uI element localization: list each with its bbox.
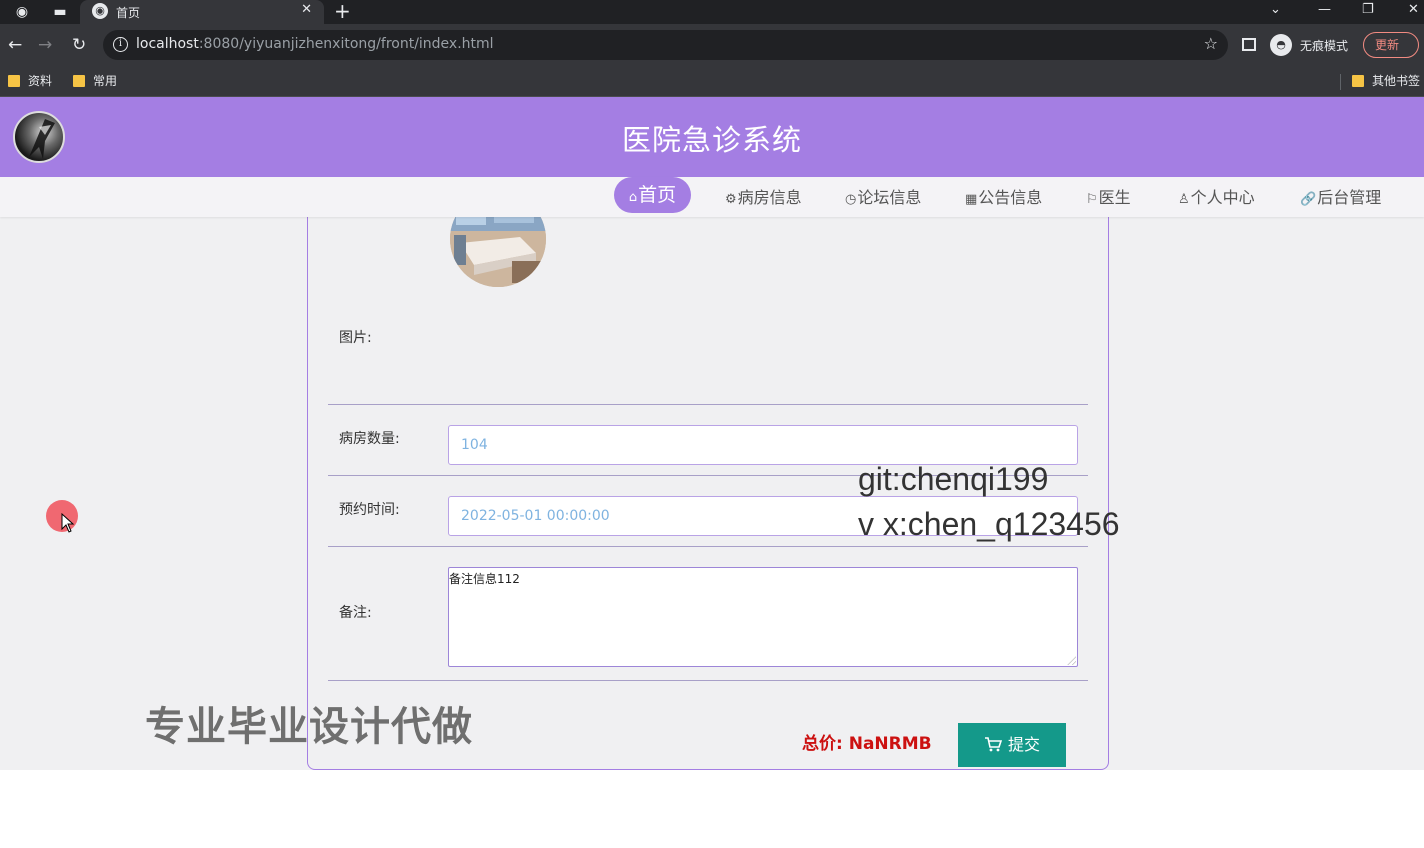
browser-tab[interactable]: ◉ 首页 ✕ bbox=[80, 0, 324, 24]
tab-favicon-icon: ◉ bbox=[92, 3, 108, 19]
url-host: localhost bbox=[136, 36, 199, 52]
nav-doctor[interactable]: ⚐医生 bbox=[1086, 185, 1131, 211]
minimize-icon[interactable]: — bbox=[1318, 0, 1331, 20]
url-path: :8080/yiyuanjizhenxitong/front/index.htm… bbox=[198, 36, 494, 52]
nav-notice-label: 公告信息 bbox=[978, 188, 1043, 207]
bookmark-label: 常用 bbox=[93, 74, 118, 88]
nav-ward-label: 病房信息 bbox=[737, 188, 802, 207]
site-header: 医院急诊系统 bbox=[0, 97, 1424, 177]
side-panel-icon[interactable] bbox=[1242, 38, 1256, 51]
bookmark-label: 资料 bbox=[28, 74, 53, 88]
tab-close-icon[interactable]: ✕ bbox=[301, 2, 312, 17]
bookmarks-divider bbox=[1340, 74, 1341, 90]
nav-notice[interactable]: ▦公告信息 bbox=[965, 185, 1042, 211]
browser-tab-strip: ◉ ▬ ◉ 首页 ✕ + ⌄ — ❐ ✕ bbox=[0, 0, 1424, 24]
notice-icon: ▦ bbox=[965, 192, 978, 207]
window-close-icon[interactable]: ✕ bbox=[1408, 0, 1419, 20]
notes-text: 备注信息112 bbox=[449, 572, 520, 586]
nav-ward-info[interactable]: ⚙病房信息 bbox=[725, 185, 802, 211]
address-bar[interactable]: i localhost:8080/yiyuanjizhenxitong/fron… bbox=[103, 30, 1228, 60]
divider bbox=[328, 404, 1088, 405]
bookmark-folder-changyong[interactable]: 常用 bbox=[71, 72, 117, 90]
page-viewport: 医院急诊系统 ⌂首页 ⚙病房信息 ◷论坛信息 ▦公告信息 ⚐医生 ♙个人中心 🔗… bbox=[0, 97, 1424, 848]
url-text[interactable]: localhost:8080/yiyuanjizhenxitong/front/… bbox=[136, 36, 494, 52]
tab-title: 首页 bbox=[116, 6, 141, 20]
divider bbox=[328, 680, 1088, 681]
incognito-icon[interactable]: ◓ bbox=[1270, 34, 1292, 56]
bookmark-star-icon[interactable]: ☆ bbox=[1204, 34, 1218, 53]
nav-doctor-label: 医生 bbox=[1098, 188, 1131, 207]
new-tab-icon[interactable]: + bbox=[334, 0, 351, 22]
appointment-label: 预约时间: bbox=[339, 502, 400, 518]
forum-icon: ◷ bbox=[845, 192, 857, 207]
reload-icon[interactable]: ↻ bbox=[72, 34, 86, 56]
resize-grip-icon[interactable] bbox=[1067, 656, 1076, 665]
submit-button[interactable]: 提交 bbox=[958, 723, 1066, 767]
bookmark-label: 其他书签 bbox=[1372, 74, 1421, 88]
browser-globe-icon[interactable]: ◉ bbox=[12, 2, 32, 22]
update-button[interactable]: 更新 bbox=[1363, 32, 1419, 58]
restore-icon[interactable]: ❐ bbox=[1362, 0, 1374, 20]
nav-forum[interactable]: ◷论坛信息 bbox=[845, 185, 921, 211]
home-icon: ⌂ bbox=[628, 190, 638, 205]
nav-profile[interactable]: ♙个人中心 bbox=[1178, 185, 1255, 211]
ward-icon: ⚙ bbox=[725, 192, 737, 207]
site-info-icon[interactable]: i bbox=[113, 37, 128, 52]
forward-icon[interactable]: → bbox=[38, 34, 52, 56]
folder-icon bbox=[73, 75, 85, 87]
folder-icon bbox=[1352, 75, 1364, 87]
bookmark-folder-ziliao[interactable]: 资料 bbox=[6, 72, 52, 90]
nav-home-label: 首页 bbox=[638, 184, 677, 206]
mouse-cursor-icon bbox=[61, 513, 75, 533]
nav-admin-label: 后台管理 bbox=[1317, 188, 1382, 207]
folder-icon bbox=[8, 75, 20, 87]
tab-search-icon[interactable]: ▬ bbox=[50, 2, 70, 22]
tab-list-chevron-icon[interactable]: ⌄ bbox=[1270, 0, 1281, 20]
nav-home[interactable]: ⌂首页 bbox=[614, 177, 691, 213]
promo-watermark: 专业毕业设计代做 bbox=[145, 704, 473, 750]
room-count-label: 病房数量: bbox=[339, 431, 400, 447]
incognito-label: 无痕模式 bbox=[1300, 39, 1349, 53]
contact-watermark: git:chenqi199 v x:chen_q123456 bbox=[858, 457, 1120, 547]
main-nav: ⌂首页 ⚙病房信息 ◷论坛信息 ▦公告信息 ⚐医生 ♙个人中心 🔗后台管理 bbox=[0, 177, 1424, 217]
watermark-wechat: v x:chen_q123456 bbox=[858, 506, 1120, 542]
flag-icon: ⚐ bbox=[1086, 192, 1098, 207]
image-label: 图片: bbox=[339, 330, 372, 346]
back-icon[interactable]: ← bbox=[8, 34, 22, 56]
bookmark-folder-other[interactable]: 其他书签 bbox=[1350, 72, 1420, 90]
notes-textarea[interactable]: 备注信息112 bbox=[448, 567, 1078, 667]
site-title: 医院急诊系统 bbox=[621, 123, 802, 157]
watermark-git: git:chenqi199 bbox=[858, 461, 1049, 497]
browser-toolbar: ← → ↻ i localhost:8080/yiyuanjizhenxiton… bbox=[0, 24, 1424, 66]
bookmarks-bar: 资料 常用 其他书签 bbox=[0, 66, 1424, 97]
link-icon: 🔗 bbox=[1300, 192, 1317, 207]
nav-admin[interactable]: 🔗后台管理 bbox=[1300, 185, 1381, 211]
nav-profile-label: 个人中心 bbox=[1190, 188, 1255, 207]
cart-icon bbox=[984, 737, 1002, 752]
total-price: 总价: NaNRMB bbox=[802, 734, 932, 754]
notes-label: 备注: bbox=[339, 605, 372, 621]
nav-forum-label: 论坛信息 bbox=[857, 188, 922, 207]
submit-label: 提交 bbox=[1007, 735, 1040, 754]
user-icon: ♙ bbox=[1178, 192, 1190, 207]
